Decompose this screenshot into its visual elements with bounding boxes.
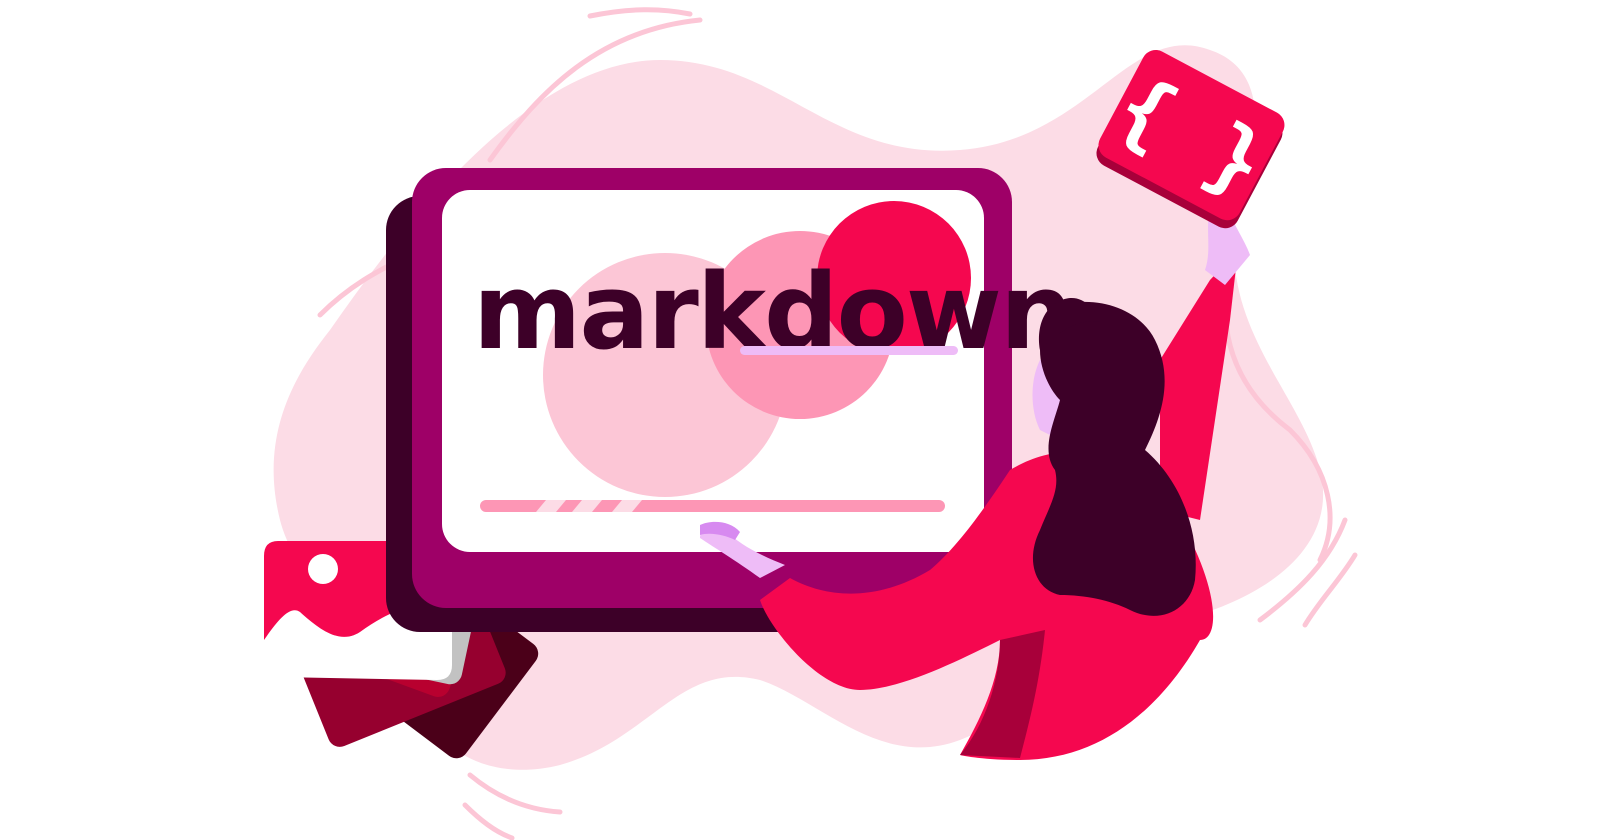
headline-underline xyxy=(740,346,958,355)
markdown-illustration: markdown { } xyxy=(264,7,1358,840)
progress-stripes xyxy=(536,500,642,512)
sun-icon xyxy=(308,554,338,584)
